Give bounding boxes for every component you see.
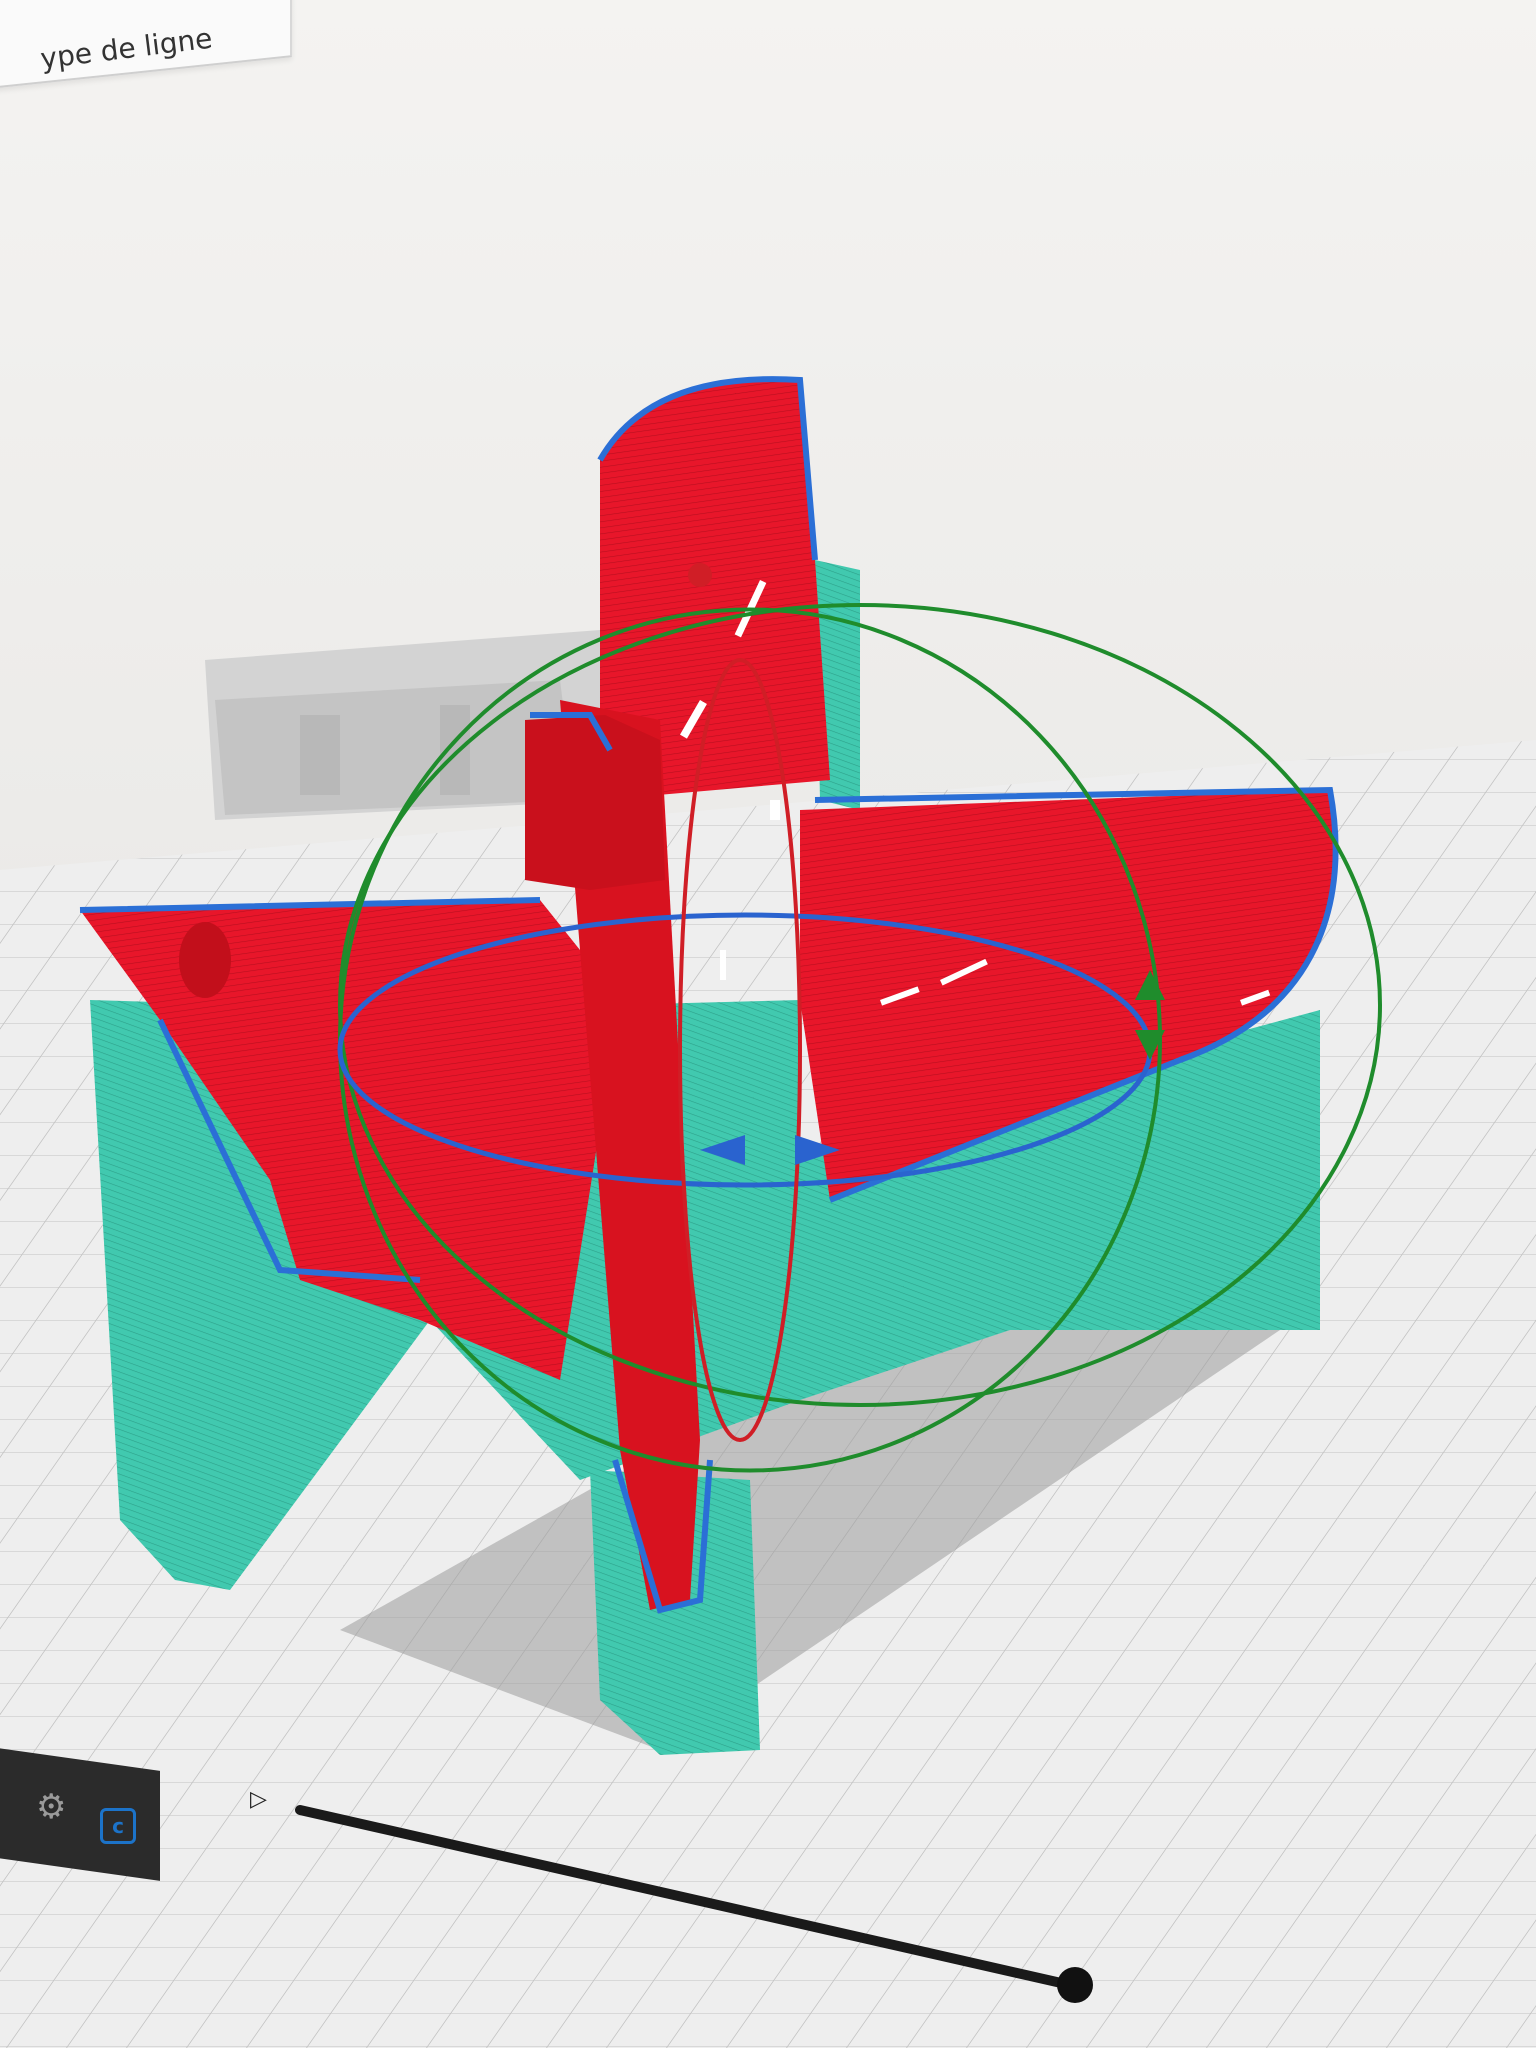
play-icon[interactable]: ▷ [250,1785,280,1815]
cura-icon[interactable]: c [100,1808,136,1844]
gizmo-handle-red-top[interactable] [688,563,712,587]
gear-icon[interactable]: ⚙ [36,1790,70,1824]
3d-viewport[interactable] [0,0,1536,2048]
layer-slider-handle[interactable] [1057,1967,1093,2003]
slicer-screen: ype de ligne ⚙ c ▷ [0,0,1536,2048]
